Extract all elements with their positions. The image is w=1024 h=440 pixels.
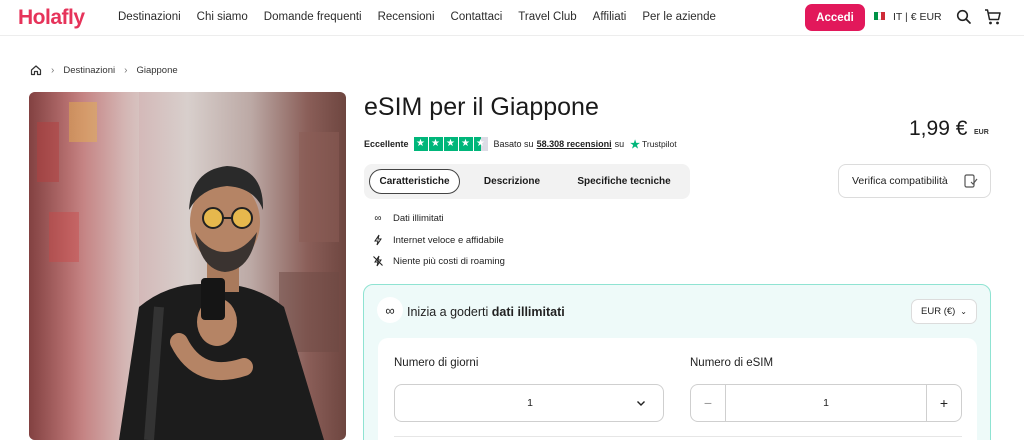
verify-compatibility-label: Verifica compatibilità bbox=[852, 175, 948, 187]
breadcrumb-destinazioni[interactable]: Destinazioni bbox=[63, 65, 115, 76]
days-value: 1 bbox=[527, 397, 533, 409]
breadcrumb-giappone: Giappone bbox=[136, 64, 178, 76]
plan-heading-bold: dati illimitati bbox=[491, 305, 565, 319]
sims-label: Numero di eSIM bbox=[690, 357, 774, 369]
review-count-link[interactable]: 58.308 recensioni bbox=[537, 139, 612, 149]
nav-chi-siamo[interactable]: Chi siamo bbox=[197, 11, 248, 23]
chevron-right-icon: › bbox=[51, 64, 55, 76]
infinity-icon: ∞ bbox=[374, 212, 382, 224]
plan-heading: Inizia a goderti dati illimitati bbox=[407, 305, 565, 319]
traveler-photo bbox=[29, 92, 339, 440]
half-star-icon: ★ bbox=[473, 137, 488, 151]
product-hero-image bbox=[29, 92, 346, 440]
login-button[interactable]: Accedi bbox=[805, 4, 865, 31]
rating-based-on: Basato su bbox=[493, 139, 534, 149]
compatibility-check-icon bbox=[964, 174, 978, 188]
nav-recensioni[interactable]: Recensioni bbox=[378, 11, 435, 23]
tab-descrizione[interactable]: Descrizione bbox=[472, 169, 552, 194]
days-select[interactable]: 1 bbox=[394, 384, 664, 422]
trustpilot-logo[interactable]: ★ Trustpilot bbox=[630, 138, 677, 151]
feature-text: Internet veloce e affidabile bbox=[393, 234, 504, 246]
trustpilot-name: Trustpilot bbox=[642, 139, 677, 149]
price-currency: EUR bbox=[974, 129, 989, 136]
feature-item: ∞ Dati illimitati bbox=[371, 212, 444, 224]
sims-stepper: − 1 + bbox=[690, 384, 962, 422]
nav-travel-club[interactable]: Travel Club bbox=[518, 11, 576, 23]
decrease-sims-button[interactable]: − bbox=[691, 385, 726, 421]
days-label: Numero di giorni bbox=[394, 357, 479, 369]
plan-selector: ∞ Inizia a goderti dati illimitati EUR (… bbox=[363, 284, 991, 440]
star-icon: ★ bbox=[413, 137, 428, 151]
lightning-icon bbox=[374, 234, 382, 246]
trustpilot-star-icon: ★ bbox=[630, 138, 640, 151]
trustpilot-rating: Eccellente ★ ★ ★ ★ ★ Basato su 58.308 re… bbox=[364, 137, 677, 151]
feature-text: Dati illimitati bbox=[393, 212, 444, 224]
rating-stars: ★ ★ ★ ★ ★ bbox=[413, 137, 488, 151]
nav-destinazioni[interactable]: Destinazioni bbox=[118, 11, 181, 23]
star-icon: ★ bbox=[443, 137, 458, 151]
nav-affiliati[interactable]: Affiliati bbox=[593, 11, 627, 23]
rating-label: Eccellente bbox=[364, 139, 409, 149]
feature-text: Niente più costi di roaming bbox=[393, 255, 505, 267]
verify-compatibility-button[interactable]: Verifica compatibilità bbox=[838, 164, 991, 198]
holafly-logo[interactable]: Holafly bbox=[18, 6, 85, 30]
main-nav: Destinazioni Chi siamo Domande frequenti… bbox=[118, 11, 716, 23]
chevron-right-icon: › bbox=[124, 64, 128, 76]
chevron-down-icon: ⌄ bbox=[960, 307, 967, 316]
increase-sims-button[interactable]: + bbox=[926, 385, 961, 421]
tab-caratteristiche[interactable]: Caratteristiche bbox=[369, 169, 460, 194]
home-icon[interactable] bbox=[30, 64, 42, 76]
locale-selector[interactable]: IT | € EUR bbox=[893, 11, 942, 23]
no-roaming-icon bbox=[373, 255, 383, 267]
feature-item: Internet veloce e affidabile bbox=[371, 234, 504, 246]
product-tabs: Caratteristiche Descrizione Specifiche t… bbox=[364, 164, 690, 199]
product-title: eSIM per il Giappone bbox=[364, 93, 599, 121]
feature-item: Niente più costi di roaming bbox=[371, 255, 505, 267]
plan-heading-prefix: Inizia a goderti bbox=[407, 305, 489, 319]
chevron-down-icon bbox=[637, 401, 645, 406]
nav-contattaci[interactable]: Contattaci bbox=[451, 11, 503, 23]
plan-options-card: Numero di giorni Numero di eSIM 1 − 1 + bbox=[378, 338, 977, 440]
infinity-icon: ∞ bbox=[377, 297, 403, 323]
divider bbox=[394, 436, 962, 437]
nav-per-le-aziende[interactable]: Per le aziende bbox=[642, 11, 716, 23]
sims-value[interactable]: 1 bbox=[726, 397, 926, 409]
search-icon[interactable] bbox=[954, 7, 974, 27]
breadcrumb: › Destinazioni › Giappone bbox=[30, 64, 178, 76]
tab-specifiche-tecniche[interactable]: Specifiche tecniche bbox=[564, 169, 684, 194]
currency-select[interactable]: EUR (€) ⌄ bbox=[911, 299, 977, 324]
nav-domande-frequenti[interactable]: Domande frequenti bbox=[264, 11, 362, 23]
product-price: 1,99 € bbox=[909, 117, 968, 140]
site-header: Holafly Destinazioni Chi siamo Domande f… bbox=[0, 0, 1024, 36]
italy-flag-icon[interactable] bbox=[874, 12, 886, 20]
currency-value: EUR (€) bbox=[921, 306, 956, 317]
star-icon: ★ bbox=[458, 137, 473, 151]
cart-icon[interactable] bbox=[983, 7, 1003, 27]
star-icon: ★ bbox=[428, 137, 443, 151]
rating-on: su bbox=[614, 139, 625, 149]
